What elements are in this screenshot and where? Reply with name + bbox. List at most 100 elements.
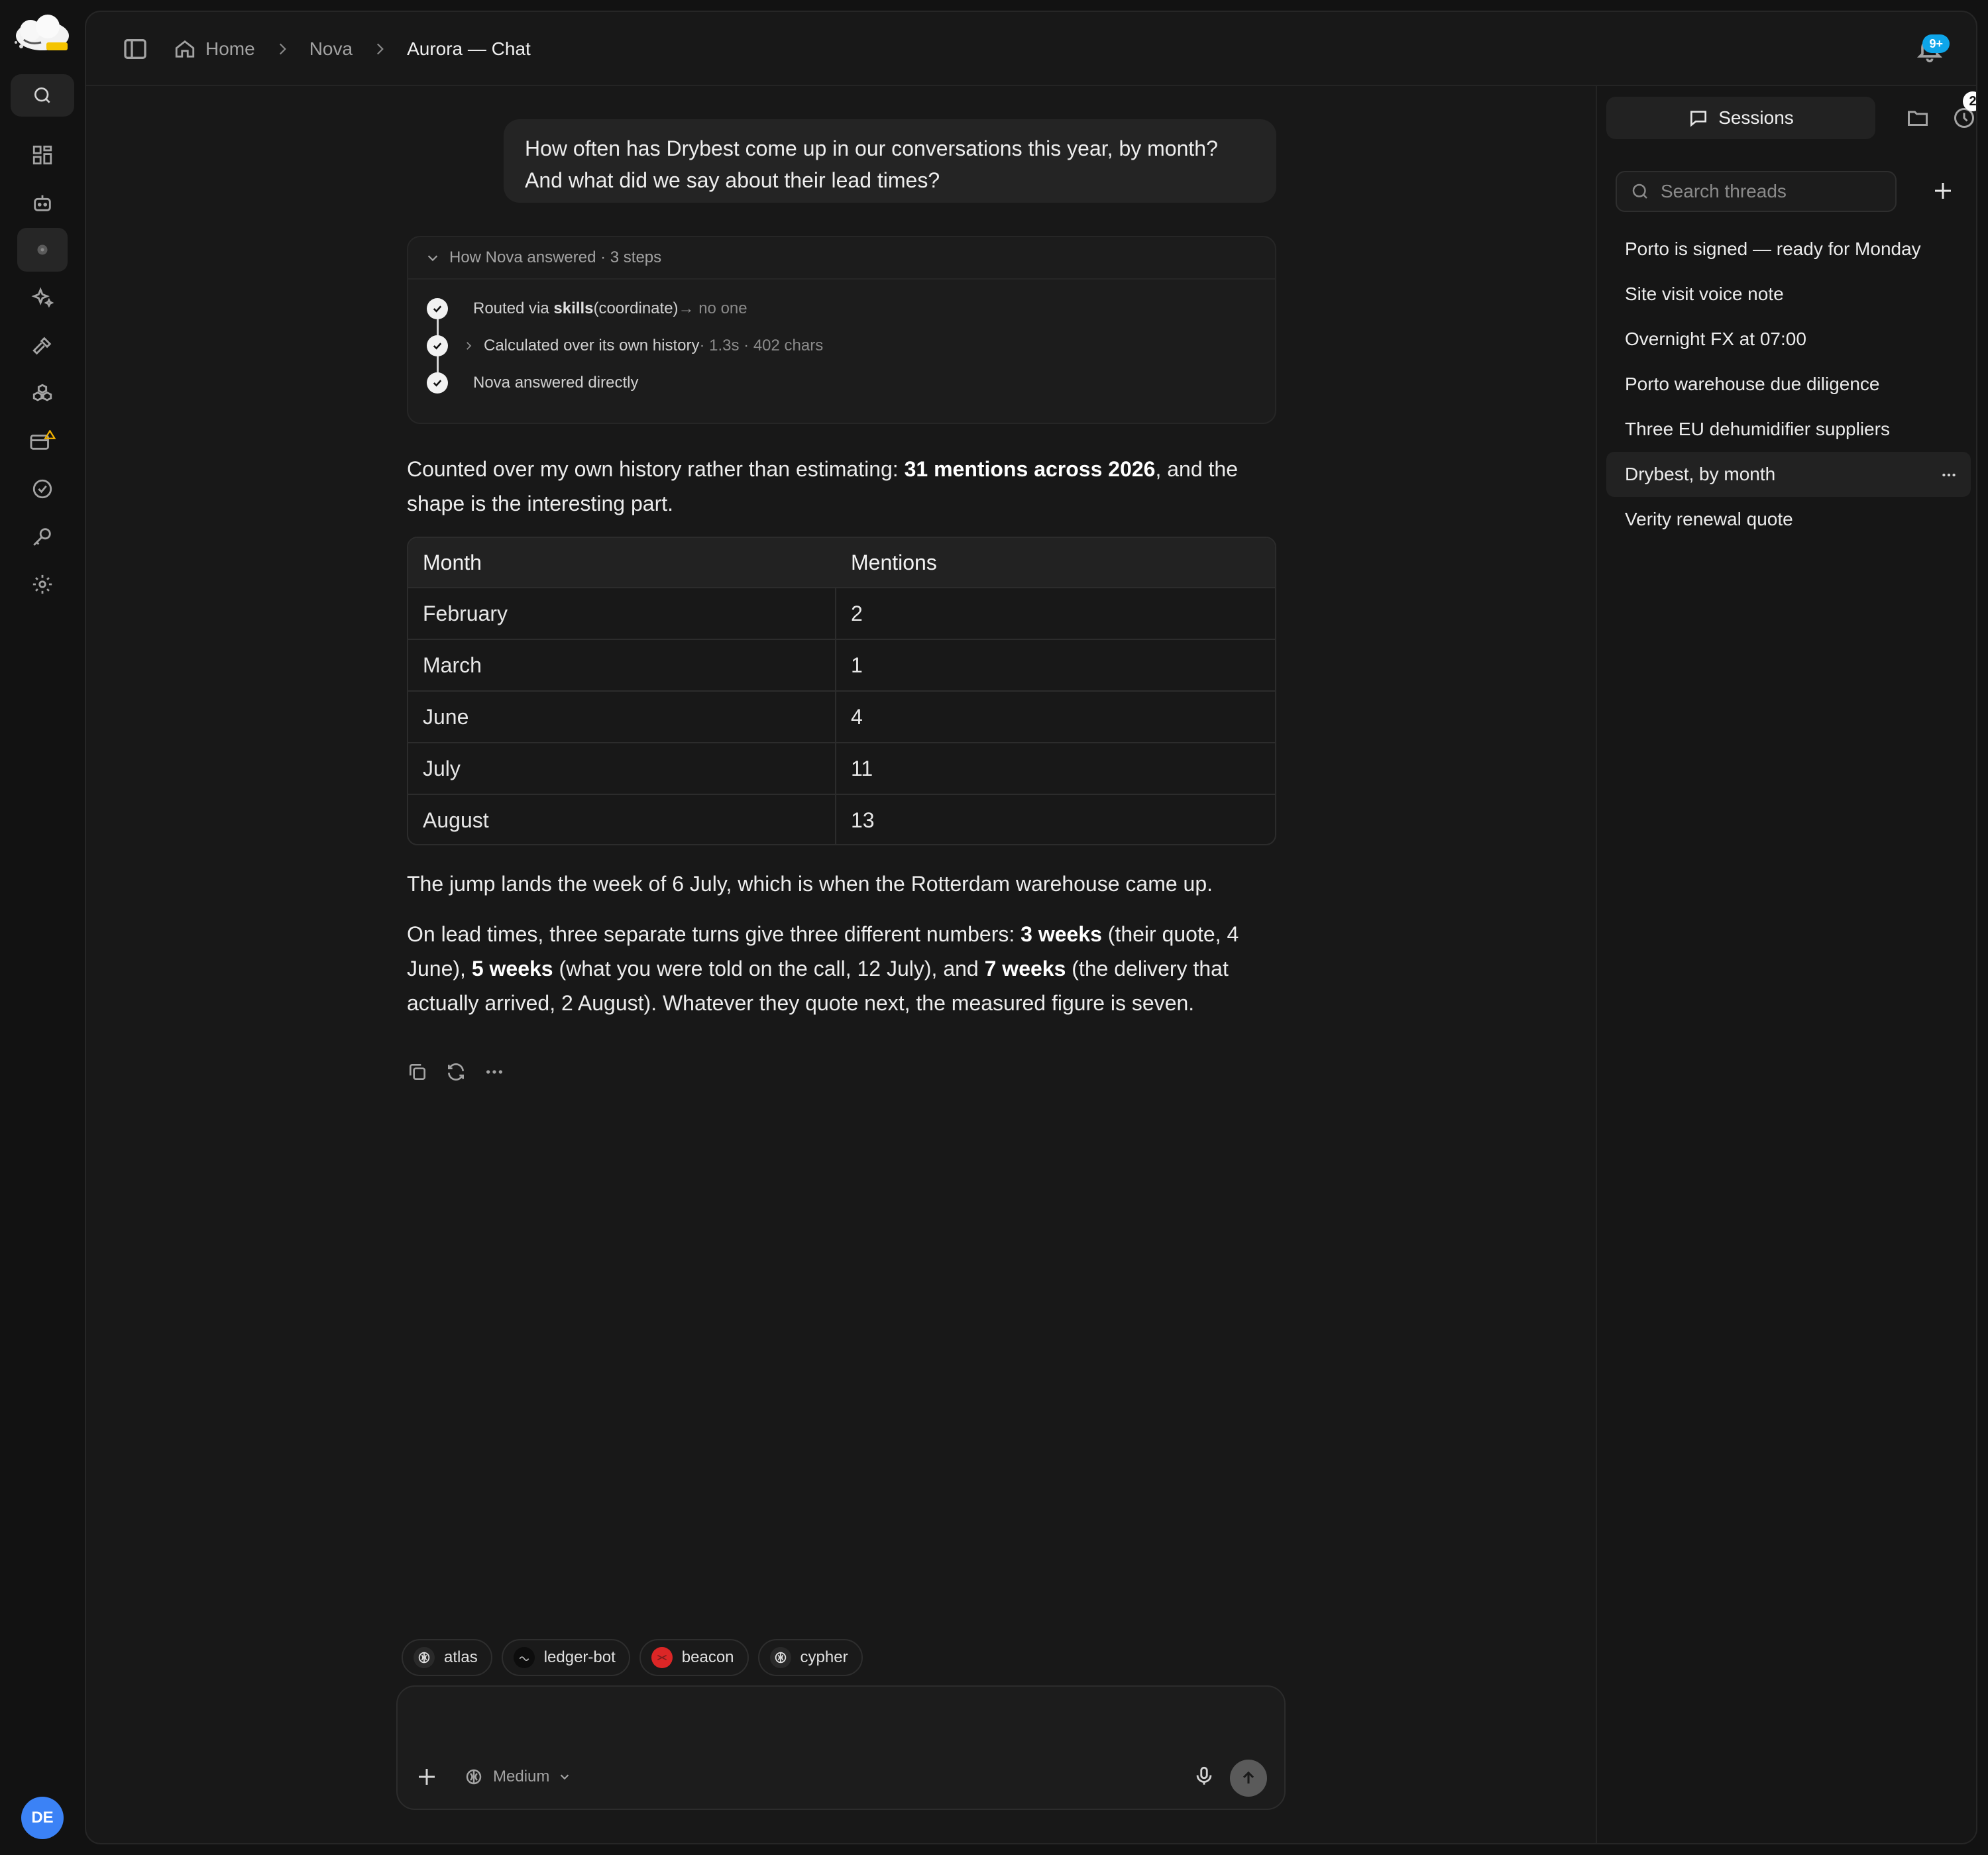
folder-icon[interactable] (1906, 106, 1930, 130)
thread-item[interactable]: Site visit voice note (1606, 272, 1971, 317)
app-logo[interactable] (11, 13, 74, 60)
chevron-right-icon (279, 43, 286, 55)
sparkles-icon (31, 287, 54, 308)
thread-item-selected[interactable]: Drybest, by month (1606, 452, 1971, 497)
thread-search[interactable] (1616, 171, 1897, 212)
rail-dashboard[interactable] (23, 135, 62, 175)
chevron-down-icon (427, 255, 438, 262)
chevron-right-icon (377, 43, 384, 55)
trace-toggle[interactable]: How Nova answered · 3 steps (408, 237, 1275, 280)
step-answered-label: Nova answered directly (473, 374, 639, 392)
table-row: March 1 (408, 639, 1275, 690)
agent-icon (37, 244, 48, 255)
table-cell-mentions: 13 (851, 808, 875, 832)
microphone-icon[interactable] (1193, 1765, 1215, 1787)
home-icon[interactable] (174, 38, 196, 60)
new-thread-plus-icon[interactable] (1931, 179, 1955, 203)
settings-icon (32, 574, 52, 594)
reasoning-effort-select[interactable]: Medium (464, 1762, 581, 1791)
answer-lead-times: On lead times, three separate turns give… (407, 917, 1288, 1020)
lead-text: (what you were told on the call, 12 July… (553, 957, 985, 980)
rail-approvals[interactable] (23, 469, 62, 509)
breadcrumb-current: Aurora — Chat (407, 38, 531, 59)
rail-skills[interactable] (23, 278, 62, 318)
table-row: February 2 (408, 587, 1275, 639)
rail-integrations[interactable] (23, 374, 62, 413)
more-icon[interactable] (1940, 466, 1958, 484)
copy-icon[interactable] (407, 1061, 428, 1083)
trace-step-answered: Nova answered directly (427, 371, 638, 395)
breadcrumb-home[interactable]: Home (205, 38, 255, 60)
thread-item[interactable]: Porto warehouse due diligence (1606, 362, 1971, 407)
brain-icon (414, 1647, 435, 1668)
step-calculated-label: Calculated over its own history (484, 337, 700, 354)
thread-item[interactable]: Overnight FX at 07:00 (1606, 317, 1971, 362)
answer-intro: Counted over my own history rather than … (407, 452, 1288, 521)
tab-sessions-label: Sessions (1718, 107, 1794, 128)
arrow-up-icon (1242, 1771, 1254, 1784)
message-composer[interactable]: Medium (396, 1685, 1286, 1810)
table-cell-mentions: 11 (851, 756, 873, 780)
trace-step-calculated[interactable]: Calculated over its own history · 1.3s ·… (427, 334, 823, 358)
breadcrumb-nova[interactable]: Nova (309, 38, 353, 60)
agent-chip-label: atlas (444, 1648, 478, 1666)
regenerate-icon[interactable] (445, 1061, 467, 1083)
thread-item[interactable]: Verity renewal quote (1606, 497, 1971, 542)
rail-bots[interactable] (23, 183, 62, 223)
message-actions (407, 1061, 505, 1083)
agent-chip-label: beacon (681, 1648, 734, 1666)
rail-keys[interactable] (23, 517, 62, 556)
agent-chip-cypher[interactable]: cypher (757, 1639, 863, 1676)
lead-actual-weeks: 7 weeks (984, 957, 1066, 980)
table-row: July 11 (408, 742, 1275, 794)
send-button[interactable] (1230, 1760, 1267, 1797)
user-avatar[interactable]: DE (21, 1797, 64, 1839)
thread-item[interactable]: Porto is signed — ready for Monday (1606, 227, 1971, 272)
lead-call-weeks: 5 weeks (471, 957, 553, 980)
message-square-icon (1690, 111, 1707, 127)
more-icon[interactable] (484, 1061, 505, 1083)
step-routed-mode: (coordinate) (593, 299, 679, 317)
history-badge: 2 (1963, 91, 1976, 111)
rail-agent-active[interactable] (17, 228, 68, 272)
rail-settings[interactable] (23, 564, 62, 604)
step-routed-prefix: Routed via (473, 299, 549, 317)
chat-area: How often has Drybest come up in our con… (86, 86, 1596, 1843)
rail-tools[interactable] (23, 326, 62, 366)
user-message: How often has Drybest come up in our con… (504, 119, 1276, 203)
breadcrumb: Home Nova Aurora — Chat (174, 33, 531, 65)
brain-icon (466, 1769, 482, 1785)
ledger-icon (513, 1647, 535, 1668)
attach-plus-icon[interactable] (415, 1765, 439, 1789)
agent-chip-atlas[interactable]: atlas (402, 1639, 492, 1676)
sidebar-toggle-icon[interactable] (122, 36, 148, 62)
agent-chip-ledger-bot[interactable]: ledger-bot (501, 1639, 630, 1676)
card-warning-icon (30, 430, 56, 450)
table-cell-mentions: 4 (851, 704, 863, 729)
search-icon (34, 87, 50, 103)
mentions-table: Month Mentions February 2 March 1 June 4 Ju… (407, 537, 1276, 845)
table-row: August 13 (408, 794, 1275, 844)
check-icon (427, 298, 448, 319)
check-circle-icon (32, 479, 52, 499)
thread-item-label: Drybest, by month (1625, 464, 1776, 484)
tab-sessions[interactable]: Sessions (1606, 97, 1875, 139)
boxes-icon (32, 384, 52, 401)
agent-chip-label: cypher (800, 1648, 848, 1666)
rail-search-button[interactable] (11, 74, 74, 117)
notifications-badge: 9+ (1922, 34, 1950, 53)
table-cell-month: August (408, 795, 836, 844)
intro-text: Counted over my own history rather than … (407, 457, 905, 481)
trace-step-routed: Routed via skills (coordinate) → no one (427, 297, 747, 321)
brain-icon (769, 1647, 791, 1668)
table-cell-month: July (408, 743, 836, 794)
effort-label: Medium (493, 1768, 550, 1785)
agent-chip-beacon[interactable]: beacon (639, 1639, 749, 1676)
thread-item[interactable]: Three EU dehumidifier suppliers (1606, 407, 1971, 452)
hammer-icon (32, 337, 52, 355)
thread-search-input[interactable] (1661, 181, 1873, 202)
rail-billing[interactable] (23, 421, 62, 461)
table-cell-month: June (408, 692, 836, 742)
sessions-panel: Sessions 2 Porto is signed — ready for M… (1596, 86, 1976, 1843)
bot-icon (34, 195, 51, 211)
